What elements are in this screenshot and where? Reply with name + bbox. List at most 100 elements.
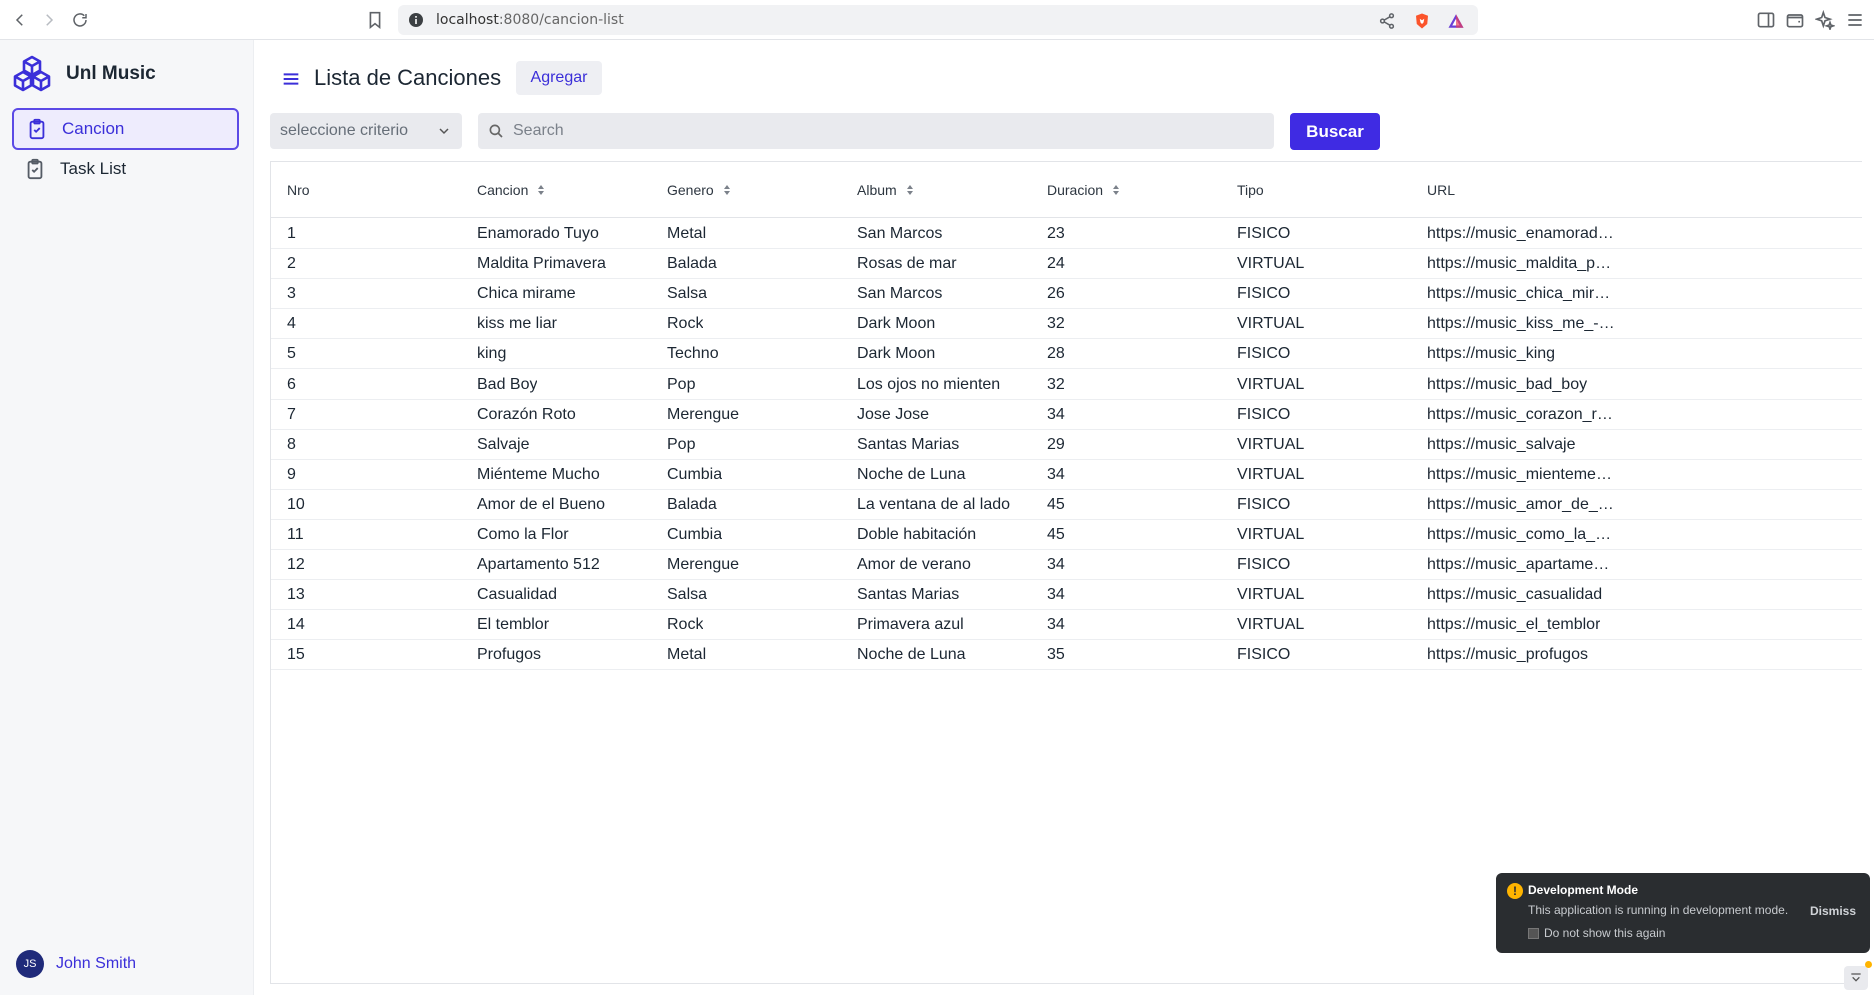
leo-ai-icon[interactable] (1814, 9, 1836, 32)
cell-tipo: VIRTUAL (1237, 435, 1305, 453)
brand[interactable]: Unl Music (12, 54, 156, 94)
clipboard-check-icon (27, 158, 43, 180)
cell-url: https://music_king (1427, 345, 1556, 363)
cell-duracion: 23 (1047, 225, 1065, 242)
cell-duracion: 45 (1047, 526, 1065, 543)
cell-duracion: 45 (1047, 495, 1065, 513)
cell-genero: Balada (667, 255, 717, 273)
cell-duracion: 34 (1047, 556, 1065, 574)
sidebar-item-task-list[interactable]: Task List (12, 148, 239, 190)
sidebar-item-label: Task List (60, 159, 127, 178)
sidebar: Unl Music Cancion Task List JS John Smit… (0, 40, 254, 995)
toast-message: This application is running in developme… (1528, 903, 1789, 917)
column-header-tipo: Tipo (1237, 182, 1264, 198)
table-row[interactable]: 5 king Techno Dark Moon 28 FISICO https://musi… (271, 339, 1862, 370)
cell-album: San Marcos (857, 225, 943, 242)
column-header-label: Tipo (1237, 182, 1264, 198)
table-row[interactable]: 10 Amor de el Bueno Balada La ventana de al… (271, 490, 1862, 520)
column-header-label: Nro (287, 182, 310, 198)
grid-header: Nro Cancion Genero Album Duracion Tipo URL (271, 162, 1862, 218)
cell-cancion: king (477, 345, 507, 363)
table-row[interactable]: 2 Maldita Primavera Balada Rosas de mar 24 VI… (271, 249, 1862, 280)
cell-tipo: FISICO (1237, 405, 1291, 423)
cell-tipo: FISICO (1237, 285, 1291, 303)
cell-cancion: Enamorado Tuyo (477, 225, 599, 242)
criteria-select[interactable]: seleccione criterio (270, 113, 462, 149)
table-row[interactable]: 3 Chica mirame Salsa San Marcos 26 FISICO http… (271, 279, 1862, 310)
user-name: John Smith (56, 955, 137, 972)
table-row[interactable]: 8 Salvaje Pop Santas Marias 29 VIRTUAL https:/… (271, 430, 1862, 460)
menu-icon[interactable] (1845, 10, 1865, 30)
cell-genero: Cumbia (667, 465, 723, 483)
drawer-toggle-icon[interactable] (280, 68, 302, 90)
cell-cancion: Bad Boy (477, 375, 538, 393)
sidebar-item-cancion[interactable]: Cancion (12, 108, 239, 150)
cell-url: https://music_casualidad (1427, 586, 1603, 604)
cell-genero: Merengue (667, 556, 740, 574)
cell-url: https://music_profugos (1427, 646, 1588, 664)
cell-url: https://music_apartamento_512 (1427, 556, 1615, 574)
add-button[interactable]: Agregar (516, 61, 602, 95)
table-row[interactable]: 1 Enamorado Tuyo Metal San Marcos 23 FISICO ht… (271, 219, 1862, 249)
bookmark-icon[interactable] (364, 9, 386, 31)
column-header-duracion[interactable]: Duracion (1047, 182, 1120, 198)
user-menu[interactable]: JS John Smith (16, 950, 136, 978)
sort-icon[interactable] (537, 184, 545, 196)
search-field[interactable] (478, 113, 1274, 149)
do-not-show-checkbox[interactable]: Do not show this again (1528, 926, 1665, 940)
cell-genero: Techno (667, 345, 719, 363)
reload-icon[interactable] (68, 8, 92, 32)
wallet-icon[interactable] (1785, 10, 1805, 30)
cell-tipo: VIRTUAL (1237, 315, 1305, 333)
cell-duracion: 34 (1047, 616, 1065, 634)
brave-shield-icon[interactable] (1413, 12, 1431, 30)
table-row[interactable]: 6 Bad Boy Pop Los ojos no mienten 32 VIRTUAL h… (271, 370, 1862, 400)
cell-url: https://music_como_la_flor (1427, 526, 1615, 543)
cell-genero: Pop (667, 435, 696, 453)
site-info-icon[interactable] (408, 12, 424, 28)
dev-tools-icon[interactable] (1844, 966, 1868, 990)
brave-rewards-icon[interactable] (1447, 12, 1465, 30)
table-row[interactable]: 14 El temblor Rock Primavera azul 34 VIRTUAL h… (271, 610, 1862, 641)
cell-album: Rosas de mar (857, 255, 957, 273)
sort-icon[interactable] (1112, 184, 1120, 196)
cell-nro: 14 (287, 616, 305, 634)
table-row[interactable]: 7 Corazón Roto Merengue Jose Jose 34 FISICO ht… (271, 400, 1862, 430)
cell-url: https://music_maldita_primavera (1427, 255, 1615, 273)
address-bar[interactable]: localhost:8080/cancion-list (398, 5, 1478, 35)
checkbox-box[interactable] (1528, 927, 1539, 939)
browser-toolbar: localhost:8080/cancion-list (0, 0, 1874, 40)
forward-icon[interactable] (37, 8, 61, 32)
sort-icon[interactable] (723, 184, 731, 196)
cell-tipo: VIRTUAL (1237, 375, 1305, 393)
column-header-label: Genero (667, 182, 714, 198)
cell-nro: 15 (287, 646, 305, 664)
cell-nro: 10 (287, 495, 305, 513)
table-row[interactable]: 9 Miénteme Mucho Cumbia Noche de Luna 34 VIRT… (271, 460, 1862, 490)
share-icon[interactable] (1378, 12, 1396, 30)
cell-tipo: FISICO (1237, 646, 1291, 664)
column-header-album[interactable]: Album (857, 182, 914, 198)
clipboard-check-icon (29, 118, 45, 140)
table-row[interactable]: 11 Como la Flor Cumbia Doble habitación 45 VI… (271, 520, 1862, 550)
search-button[interactable]: Buscar (1290, 113, 1380, 150)
search-input[interactable] (513, 122, 1253, 140)
column-header-cancion[interactable]: Cancion (477, 182, 545, 198)
table-row[interactable]: 4 kiss me liar Rock Dark Moon 32 VIRTUAL https… (271, 309, 1862, 340)
cell-cancion: Maldita Primavera (477, 255, 606, 273)
table-row[interactable]: 13 Casualidad Salsa Santas Marias 34 VIRTUAL h… (271, 580, 1862, 611)
cell-tipo: FISICO (1237, 225, 1291, 242)
dismiss-button[interactable]: Dismiss (1810, 904, 1856, 918)
cell-nro: 7 (287, 405, 296, 423)
back-icon[interactable] (8, 8, 32, 32)
cell-duracion: 34 (1047, 465, 1065, 483)
sidebar-toggle-icon[interactable] (1756, 10, 1776, 30)
cell-tipo: FISICO (1237, 556, 1291, 574)
table-row[interactable]: 15 Profugos Metal Noche de Luna 35 FISICO http… (271, 640, 1862, 671)
column-header-genero[interactable]: Genero (667, 182, 731, 198)
table-row[interactable]: 12 Apartamento 512 Merengue Amor de verano 3… (271, 550, 1862, 581)
sort-icon[interactable] (906, 184, 914, 196)
column-header-label: URL (1427, 182, 1456, 198)
column-header-label: Album (857, 182, 897, 198)
avatar: JS (16, 950, 44, 978)
